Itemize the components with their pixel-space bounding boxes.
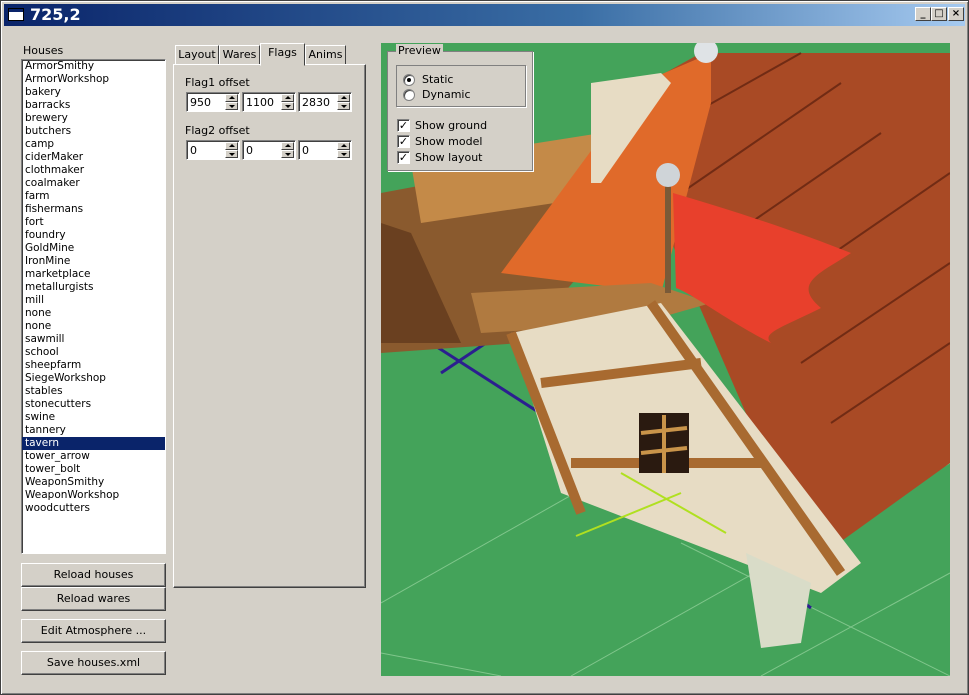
show-model-label: Show model: [415, 135, 483, 148]
flag2-x-value: 0: [190, 144, 197, 157]
dynamic-label: Dynamic: [422, 88, 471, 101]
list-item[interactable]: mill: [22, 294, 165, 307]
list-item[interactable]: sheepfarm: [22, 359, 165, 372]
list-item[interactable]: school: [22, 346, 165, 359]
flag1-x-value: 950: [190, 96, 211, 109]
reload-houses-button[interactable]: Reload houses: [21, 563, 166, 587]
spin-up-icon[interactable]: [337, 94, 350, 102]
list-item[interactable]: none: [22, 320, 165, 333]
spin-up-icon[interactable]: [281, 142, 294, 150]
list-item[interactable]: ArmorSmithy: [22, 60, 165, 73]
list-item[interactable]: swine: [22, 411, 165, 424]
mode-groupbox: Static Dynamic: [396, 65, 526, 107]
flag-pole: [665, 183, 671, 293]
list-item[interactable]: tavern: [22, 437, 165, 450]
minimize-button[interactable]: _: [915, 7, 931, 21]
flag2-x-spinbox[interactable]: 0: [186, 140, 240, 160]
edit-atmosphere-button[interactable]: Edit Atmosphere ...: [21, 619, 166, 643]
houses-label: Houses: [23, 44, 64, 57]
title-bar[interactable]: 725,2 _ □ ×: [4, 4, 965, 26]
spin-down-icon[interactable]: [281, 150, 294, 158]
spin-down-icon[interactable]: [337, 102, 350, 110]
list-item[interactable]: foundry: [22, 229, 165, 242]
list-item[interactable]: tower_bolt: [22, 463, 165, 476]
list-item[interactable]: camp: [22, 138, 165, 151]
show-model-checkbox[interactable]: ✓: [397, 135, 410, 148]
preview-groupbox: Preview Static Dynamic ✓ Show ground ✓ S…: [387, 44, 533, 171]
pole-finial: [656, 163, 680, 187]
flag1-y-value: 1100: [246, 96, 274, 109]
spin-down-icon[interactable]: [225, 150, 238, 158]
flag1-x-spinbox[interactable]: 950: [186, 92, 240, 112]
close-button[interactable]: ×: [948, 7, 964, 21]
list-item[interactable]: ArmorWorkshop: [22, 73, 165, 86]
list-item[interactable]: coalmaker: [22, 177, 165, 190]
flag2-y-value: 0: [246, 144, 253, 157]
list-item[interactable]: barracks: [22, 99, 165, 112]
maximize-button[interactable]: □: [931, 7, 947, 21]
list-item[interactable]: tower_arrow: [22, 450, 165, 463]
list-item[interactable]: butchers: [22, 125, 165, 138]
window-title: 725,2: [30, 5, 81, 24]
spin-down-icon[interactable]: [337, 150, 350, 158]
list-item[interactable]: ciderMaker: [22, 151, 165, 164]
list-item[interactable]: none: [22, 307, 165, 320]
flag2-y-spinbox[interactable]: 0: [242, 140, 296, 160]
reload-wares-button[interactable]: Reload wares: [21, 587, 166, 611]
list-item[interactable]: brewery: [22, 112, 165, 125]
show-layout-label: Show layout: [415, 151, 483, 164]
list-item[interactable]: sawmill: [22, 333, 165, 346]
window-icon: [8, 8, 24, 21]
dynamic-radio[interactable]: [403, 89, 415, 101]
flag2-z-spinbox[interactable]: 0: [298, 140, 352, 160]
spin-down-icon[interactable]: [281, 102, 294, 110]
flag1-offset-label: Flag1 offset: [185, 76, 250, 89]
list-item[interactable]: fishermans: [22, 203, 165, 216]
show-ground-checkbox[interactable]: ✓: [397, 119, 410, 132]
list-item[interactable]: WeaponWorkshop: [22, 489, 165, 502]
tab-wares[interactable]: Wares: [219, 45, 260, 65]
list-item[interactable]: woodcutters: [22, 502, 165, 515]
static-radio[interactable]: [403, 74, 415, 86]
list-item[interactable]: WeaponSmithy: [22, 476, 165, 489]
list-item[interactable]: marketplace: [22, 268, 165, 281]
spin-up-icon[interactable]: [281, 94, 294, 102]
flag2-z-value: 0: [302, 144, 309, 157]
show-ground-label: Show ground: [415, 119, 488, 132]
3d-preview-viewport[interactable]: Preview Static Dynamic ✓ Show ground ✓ S…: [381, 43, 950, 676]
list-item[interactable]: bakery: [22, 86, 165, 99]
spin-up-icon[interactable]: [225, 142, 238, 150]
list-item[interactable]: IronMine: [22, 255, 165, 268]
flag1-z-value: 2830: [302, 96, 330, 109]
flags-tab-panel: Flag1 offset 950 1100 2830 Flag2 offset …: [173, 64, 366, 588]
flag2-offset-label: Flag2 offset: [185, 124, 250, 137]
list-item[interactable]: fort: [22, 216, 165, 229]
list-item[interactable]: GoldMine: [22, 242, 165, 255]
spin-up-icon[interactable]: [225, 94, 238, 102]
houses-listbox[interactable]: ArmorSmithy ArmorWorkshop bakery barracks br…: [21, 59, 166, 554]
spin-down-icon[interactable]: [225, 102, 238, 110]
list-item[interactable]: farm: [22, 190, 165, 203]
list-item[interactable]: tannery: [22, 424, 165, 437]
list-item[interactable]: stables: [22, 385, 165, 398]
tab-layout[interactable]: Layout: [175, 45, 219, 65]
flag1-y-spinbox[interactable]: 1100: [242, 92, 296, 112]
tab-flags[interactable]: Flags: [260, 43, 305, 66]
list-item[interactable]: clothmaker: [22, 164, 165, 177]
list-item[interactable]: stonecutters: [22, 398, 165, 411]
spin-up-icon[interactable]: [337, 142, 350, 150]
static-label: Static: [422, 73, 454, 86]
preview-title: Preview: [396, 44, 443, 57]
tab-anims[interactable]: Anims: [305, 45, 346, 65]
list-item[interactable]: SiegeWorkshop: [22, 372, 165, 385]
flag1-z-spinbox[interactable]: 2830: [298, 92, 352, 112]
list-item[interactable]: metallurgists: [22, 281, 165, 294]
app-window: 725,2 _ □ × Houses ArmorSmithy ArmorWorks…: [0, 0, 969, 695]
save-houses-button[interactable]: Save houses.xml: [21, 651, 166, 675]
show-layout-checkbox[interactable]: ✓: [397, 151, 410, 164]
